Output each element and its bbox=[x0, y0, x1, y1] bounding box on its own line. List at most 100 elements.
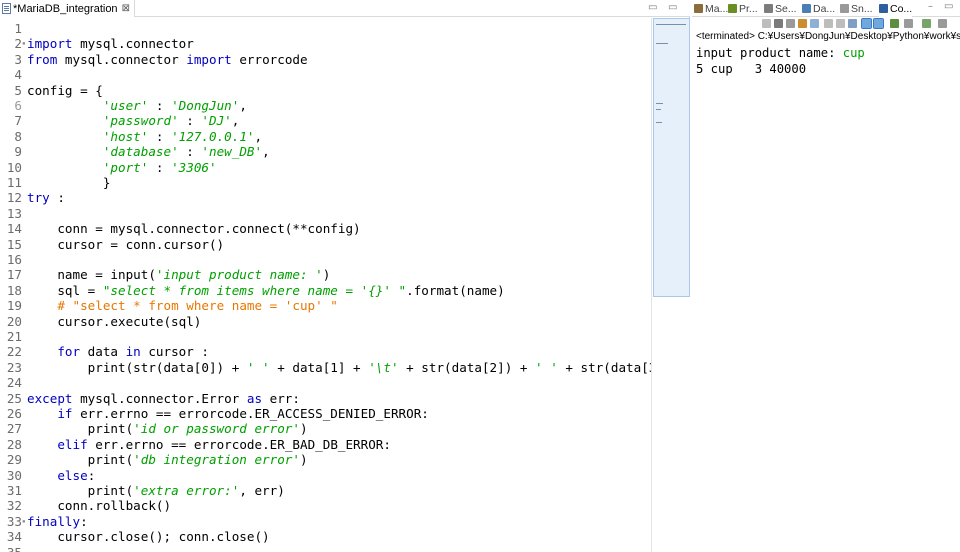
code-line[interactable]: 28 elif err.errno == errorcode.ER_BAD_DB… bbox=[0, 437, 651, 452]
open-console-icon[interactable] bbox=[904, 19, 913, 28]
code-token: mysql.connector.Error bbox=[72, 390, 247, 406]
code-line[interactable]: 8 'host' : '127.0.0.1', bbox=[0, 129, 651, 144]
code-token: try bbox=[27, 190, 50, 206]
code-token: : bbox=[178, 113, 202, 129]
code-text: from mysql.connector import errorcode bbox=[27, 52, 308, 67]
code-line[interactable]: 23 print(str(data[0]) + ' ' + data[1] + … bbox=[0, 360, 651, 375]
line-number: 14 bbox=[6, 221, 22, 237]
remove-launch-icon[interactable] bbox=[774, 19, 783, 28]
word-wrap-icon[interactable] bbox=[824, 19, 833, 28]
code-token: + str(data[3])) bbox=[565, 359, 651, 375]
code-line[interactable]: 25 except mysql.connector.Error as err: bbox=[0, 391, 651, 406]
console-output[interactable]: input product name: cup 5 cup 3 40000 bbox=[696, 45, 960, 77]
code-token: + str(data[2]) + bbox=[398, 359, 536, 375]
view-menu-icon[interactable] bbox=[938, 19, 947, 28]
scroll-lock-icon[interactable] bbox=[798, 19, 807, 28]
line-number: 29 bbox=[6, 452, 22, 468]
code-line[interactable]: 7 'password' : 'DJ', bbox=[0, 113, 651, 128]
scroll-thumb[interactable] bbox=[653, 18, 690, 297]
code-text: 'user' : 'DongJun', bbox=[27, 98, 247, 113]
code-line[interactable]: 24 bbox=[0, 375, 651, 390]
console-prompt: input product name: bbox=[696, 46, 843, 60]
code-token: : bbox=[49, 190, 65, 206]
console-pane: Ma... Pr... Se... Da... Sn... Co... – ▭ <term… bbox=[692, 0, 960, 552]
terminate-icon[interactable] bbox=[762, 19, 771, 28]
code-line[interactable]: 2▪import mysql.connector bbox=[0, 36, 651, 51]
view-tab-label: Da... bbox=[813, 2, 836, 15]
ruler-marker bbox=[656, 109, 661, 110]
code-line[interactable]: 29 print('db integration error') bbox=[0, 452, 651, 467]
view-tab[interactable]: Ma... bbox=[694, 0, 728, 17]
line-number: 3 bbox=[14, 51, 22, 67]
code-token: print(str(data[0]) + bbox=[27, 359, 247, 375]
editor-tab[interactable]: *MariaDB_integration ⊠ bbox=[0, 0, 135, 17]
view-tab[interactable]: Se... bbox=[764, 0, 797, 17]
maximize-icon[interactable]: ▭ bbox=[944, 1, 953, 12]
show-stdout-icon[interactable] bbox=[861, 18, 872, 29]
minimize-icon[interactable]: – bbox=[928, 1, 933, 12]
remove-all-icon[interactable] bbox=[786, 19, 795, 28]
code-editor[interactable]: 1 2▪import mysql.connector 3 from mysql.con… bbox=[0, 18, 651, 552]
code-token: 'new_DB' bbox=[201, 144, 263, 160]
code-line[interactable]: 34 cursor.close(); conn.close() bbox=[0, 529, 651, 544]
line-number: 1 bbox=[14, 21, 22, 36]
code-line[interactable]: 9 'database' : 'new_DB', bbox=[0, 144, 651, 159]
code-line[interactable]: 18 sql = "select * from items where name… bbox=[0, 283, 651, 298]
code-line[interactable]: 3 from mysql.connector import errorcode bbox=[0, 52, 651, 67]
code-text: config = { bbox=[27, 83, 103, 98]
code-line[interactable]: 26 if err.errno == errorcode.ER_ACCESS_D… bbox=[0, 406, 651, 421]
view-tab[interactable]: Pr... bbox=[728, 0, 758, 17]
new-console-icon[interactable] bbox=[922, 19, 931, 28]
code-line[interactable]: 19 # "select * from where name = 'cup' " bbox=[0, 298, 651, 313]
code-line[interactable]: 21 bbox=[0, 329, 651, 344]
ruler-marker bbox=[656, 103, 663, 104]
code-line[interactable]: 33▪finally: bbox=[0, 514, 651, 529]
code-line[interactable]: 14 conn = mysql.connector.connect(**conf… bbox=[0, 221, 651, 236]
show-stderr-icon[interactable] bbox=[873, 18, 884, 29]
code-line[interactable]: 10 'port' : '3306' bbox=[0, 160, 651, 175]
close-icon[interactable]: ⊠ bbox=[122, 3, 130, 14]
code-line[interactable]: 11 } bbox=[0, 175, 651, 190]
code-token: , bbox=[231, 113, 240, 129]
code-line[interactable]: 30 else: bbox=[0, 468, 651, 483]
code-text: 'database' : 'new_DB', bbox=[27, 144, 270, 159]
code-line[interactable]: 17 name = input('input product name: ') bbox=[0, 267, 651, 282]
code-token: print( bbox=[27, 483, 134, 498]
code-text: } bbox=[27, 175, 111, 190]
code-line[interactable]: 12 try : bbox=[0, 190, 651, 205]
minimize-icon[interactable]: ▭ bbox=[648, 2, 657, 13]
code-line[interactable]: 4 bbox=[0, 67, 651, 82]
line-number: 2 bbox=[14, 36, 22, 52]
code-line[interactable]: 31 print('extra error:', err) bbox=[0, 483, 651, 498]
code-token: '\t' bbox=[368, 359, 399, 375]
code-line[interactable]: 27 print('id or password error') bbox=[0, 421, 651, 436]
code-line[interactable]: 5 config = { bbox=[0, 83, 651, 98]
code-line[interactable]: 13 bbox=[0, 206, 651, 221]
display-console-icon[interactable] bbox=[890, 19, 899, 28]
line-number: 25 bbox=[6, 390, 22, 406]
clear-console-icon[interactable] bbox=[810, 19, 819, 28]
view-tab-icon bbox=[879, 4, 888, 13]
code-text: if err.errno == errorcode.ER_ACCESS_DENI… bbox=[27, 406, 429, 421]
code-line[interactable]: 20 cursor.execute(sql) bbox=[0, 314, 651, 329]
overview-ruler[interactable] bbox=[651, 18, 690, 552]
code-line[interactable]: 32 conn.rollback() bbox=[0, 498, 651, 513]
code-line[interactable]: 22 for data in cursor : bbox=[0, 344, 651, 359]
code-token: ' ' bbox=[535, 359, 558, 375]
pin-console-icon[interactable] bbox=[836, 19, 845, 28]
code-token: + data[1] + bbox=[269, 359, 369, 375]
code-token: : bbox=[148, 128, 172, 144]
code-line[interactable]: 6 'user' : 'DongJun', bbox=[0, 98, 651, 113]
view-tab[interactable]: Da... bbox=[802, 0, 835, 17]
code-line[interactable]: 15 cursor = conn.cursor() bbox=[0, 237, 651, 252]
show-on-output-icon[interactable] bbox=[848, 19, 857, 28]
view-tab[interactable]: Sn... bbox=[840, 0, 873, 17]
view-tab[interactable]: Co... bbox=[879, 0, 913, 17]
code-line[interactable]: 35 bbox=[0, 545, 651, 552]
code-line[interactable]: 1 bbox=[0, 21, 651, 36]
code-token: cursor = conn.cursor() bbox=[27, 236, 225, 252]
maximize-icon[interactable]: ▭ bbox=[668, 2, 677, 13]
code-line[interactable]: 16 bbox=[0, 252, 651, 267]
